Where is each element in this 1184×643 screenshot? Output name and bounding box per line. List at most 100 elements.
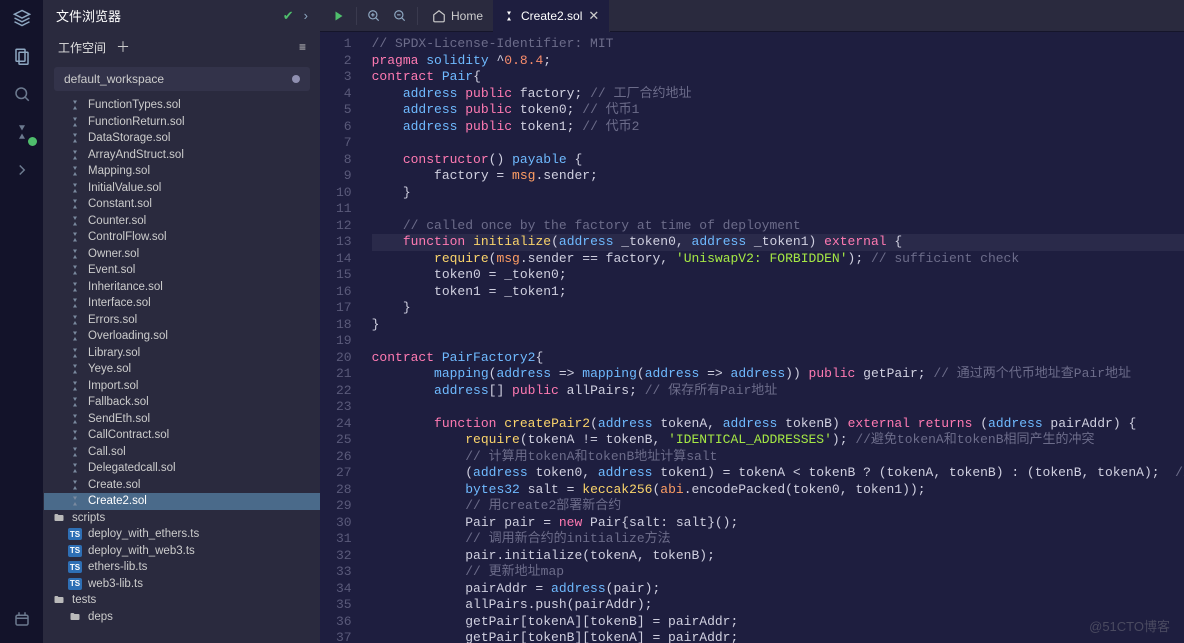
typescript-file-icon: TS xyxy=(68,578,82,590)
folder-icon xyxy=(52,511,66,525)
file-name: Import.sol xyxy=(88,380,139,392)
file-name: Fallback.sol xyxy=(88,396,149,408)
solidity-file-icon xyxy=(503,10,515,22)
run-button[interactable] xyxy=(326,3,352,29)
code-content[interactable]: // SPDX-License-Identifier: MITpragma so… xyxy=(364,32,1184,643)
file-name: Overloading.sol xyxy=(88,330,168,342)
typescript-file-icon: TS xyxy=(68,545,82,557)
menu-icon[interactable]: ≡ xyxy=(299,40,306,54)
solidity-file-icon xyxy=(68,280,82,294)
file-item[interactable]: Yeye.sol xyxy=(44,361,320,378)
sidebar-title: 文件浏览器 xyxy=(56,6,283,25)
solidity-file-icon xyxy=(68,247,82,261)
file-name: Inheritance.sol xyxy=(88,281,163,293)
solidity-file-icon xyxy=(68,428,82,442)
file-item[interactable]: Interface.sol xyxy=(44,295,320,312)
file-item[interactable]: DataStorage.sol xyxy=(44,130,320,147)
file-item[interactable]: Mapping.sol xyxy=(44,163,320,180)
file-item[interactable]: Fallback.sol xyxy=(44,394,320,411)
files-icon[interactable] xyxy=(10,44,34,68)
file-name: Call.sol xyxy=(88,446,126,458)
code-area[interactable]: 1234567891011121314151617181920212223242… xyxy=(320,32,1184,643)
search-icon[interactable] xyxy=(10,82,34,106)
solidity-icon[interactable] xyxy=(10,120,34,144)
file-name: Delegatedcall.sol xyxy=(88,462,176,474)
file-item[interactable]: InitialValue.sol xyxy=(44,180,320,197)
file-item[interactable]: TS deploy_with_web3.ts xyxy=(44,543,320,560)
logo-icon[interactable] xyxy=(10,6,34,30)
deploy-icon[interactable] xyxy=(10,158,34,182)
file-name: Create.sol xyxy=(88,479,140,491)
line-gutter: 1234567891011121314151617181920212223242… xyxy=(320,32,364,643)
file-item[interactable]: SendEth.sol xyxy=(44,411,320,428)
folder-icon xyxy=(68,610,82,624)
file-name: Interface.sol xyxy=(88,297,151,309)
solidity-file-icon xyxy=(68,461,82,475)
folder-icon xyxy=(52,593,66,607)
file-name: Create2.sol xyxy=(88,495,147,507)
solidity-file-icon xyxy=(68,346,82,360)
workspace-select[interactable]: default_workspace xyxy=(54,67,310,91)
add-workspace-button[interactable]: ＋ xyxy=(116,37,130,57)
file-item[interactable]: ControlFlow.sol xyxy=(44,229,320,246)
file-item[interactable]: Owner.sol xyxy=(44,246,320,263)
solidity-file-icon xyxy=(68,412,82,426)
file-item[interactable]: TS ethers-lib.ts xyxy=(44,559,320,576)
home-icon xyxy=(432,9,446,23)
typescript-file-icon: TS xyxy=(68,561,82,573)
file-name: deploy_with_web3.ts xyxy=(88,545,195,557)
file-item[interactable]: Call.sol xyxy=(44,444,320,461)
file-name: FunctionReturn.sol xyxy=(88,116,185,128)
file-name: Owner.sol xyxy=(88,248,139,260)
file-tab[interactable]: Create2.sol ✕ xyxy=(493,0,610,32)
file-item[interactable]: Errors.sol xyxy=(44,312,320,329)
dropdown-indicator-icon xyxy=(292,75,300,83)
solidity-file-icon xyxy=(68,98,82,112)
file-item[interactable]: Import.sol xyxy=(44,378,320,395)
file-item[interactable]: Overloading.sol xyxy=(44,328,320,345)
folder-item[interactable]: scripts xyxy=(44,510,320,527)
close-tab-button[interactable]: ✕ xyxy=(588,8,599,24)
zoom-in-button[interactable] xyxy=(361,3,387,29)
file-item[interactable]: Delegatedcall.sol xyxy=(44,460,320,477)
zoom-out-button[interactable] xyxy=(387,3,413,29)
file-item[interactable]: Create.sol xyxy=(44,477,320,494)
file-item[interactable]: Counter.sol xyxy=(44,213,320,230)
file-item[interactable]: Create2.sol xyxy=(44,493,320,510)
file-item[interactable]: FunctionTypes.sol xyxy=(44,97,320,114)
chevron-right-icon[interactable]: › xyxy=(304,8,308,23)
file-item[interactable]: ArrayAndStruct.sol xyxy=(44,147,320,164)
file-name: FunctionTypes.sol xyxy=(88,99,181,111)
file-item[interactable]: Inheritance.sol xyxy=(44,279,320,296)
file-item[interactable]: FunctionReturn.sol xyxy=(44,114,320,131)
plugin-icon[interactable] xyxy=(10,607,34,631)
solidity-file-icon xyxy=(68,478,82,492)
file-item[interactable]: Constant.sol xyxy=(44,196,320,213)
workspace-name: default_workspace xyxy=(64,72,164,86)
solidity-file-icon xyxy=(68,230,82,244)
folder-name: deps xyxy=(88,611,113,623)
folder-item[interactable]: tests xyxy=(44,592,320,609)
solidity-file-icon xyxy=(68,445,82,459)
solidity-file-icon xyxy=(68,181,82,195)
solidity-file-icon xyxy=(68,197,82,211)
folder-item[interactable]: deps xyxy=(44,609,320,626)
file-item[interactable]: TSweb3-lib.ts xyxy=(44,576,320,593)
solidity-file-icon xyxy=(68,395,82,409)
solidity-file-icon xyxy=(68,263,82,277)
file-name: ethers-lib.ts xyxy=(88,561,147,573)
file-name: Counter.sol xyxy=(88,215,146,227)
solidity-file-icon xyxy=(68,115,82,129)
file-name: SendEth.sol xyxy=(88,413,150,425)
home-label: Home xyxy=(451,9,483,23)
check-icon[interactable]: ✔ xyxy=(283,8,294,24)
file-item[interactable]: TSdeploy_with_ethers.ts xyxy=(44,526,320,543)
solidity-file-icon xyxy=(68,131,82,145)
folder-name: scripts xyxy=(72,512,105,524)
home-tab[interactable]: Home xyxy=(422,9,493,23)
file-item[interactable]: CallContract.sol xyxy=(44,427,320,444)
solidity-file-icon xyxy=(68,214,82,228)
file-item[interactable]: Event.sol xyxy=(44,262,320,279)
file-name: DataStorage.sol xyxy=(88,132,170,144)
file-item[interactable]: Library.sol xyxy=(44,345,320,362)
